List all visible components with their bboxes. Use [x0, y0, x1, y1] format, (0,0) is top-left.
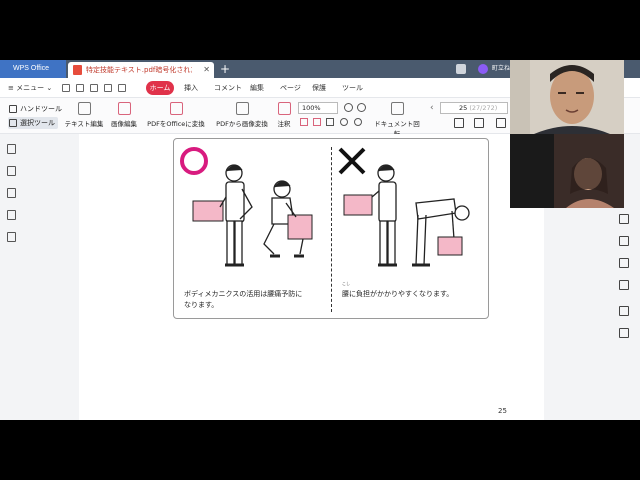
- pdf-file-icon: [73, 65, 82, 75]
- compare-icon[interactable]: [619, 280, 629, 290]
- undo-icon[interactable]: [104, 84, 112, 92]
- wrong-cross-icon: [338, 147, 366, 175]
- user-name: 町立ね: [492, 65, 511, 72]
- rotate-document-icon: [390, 102, 404, 115]
- text-edit-button[interactable]: テキスト編集: [64, 102, 104, 128]
- good-posture-caption: ボディメカニクスの活用は腰痛予防に なります。: [184, 289, 302, 311]
- app-home-tab[interactable]: WPS Office: [0, 60, 66, 78]
- extract-icon[interactable]: [7, 232, 16, 242]
- page-number-input[interactable]: 25 (27/272): [440, 102, 508, 114]
- fit-width-icon[interactable]: [313, 118, 321, 126]
- export-icon[interactable]: [619, 214, 629, 224]
- pdf-convert-icon: [169, 102, 183, 115]
- annotate-button[interactable]: 注釈: [274, 102, 294, 128]
- annotate-label: 注釈: [277, 120, 291, 128]
- main-menu-label: メニュー: [16, 84, 45, 92]
- bad-posture-caption: 腰に負担がかかりやすくなります。: [342, 290, 454, 298]
- pdf-image-icon: [235, 102, 249, 115]
- hand-tool-button[interactable]: ハンドツール: [8, 103, 62, 115]
- body-mechanics-figure: ボディメカニクスの活用は腰痛予防に なります。 こし 腰に負担がかかりやすくなり…: [173, 138, 489, 319]
- new-tab-button[interactable]: +: [220, 61, 230, 77]
- user-avatar[interactable]: [478, 64, 488, 74]
- close-tab-icon[interactable]: ✕: [203, 62, 210, 78]
- single-page-view-icon[interactable]: [454, 118, 464, 128]
- prev-page-icon[interactable]: ‹: [430, 102, 434, 114]
- actual-size-icon[interactable]: [326, 118, 334, 126]
- sign-pen-icon[interactable]: [619, 258, 629, 268]
- pdf-page: ボディメカニクスの活用は腰痛予防に なります。 こし 腰に負担がかかりやすくなり…: [79, 134, 544, 420]
- tab-tools[interactable]: ツール: [342, 81, 363, 95]
- pdf-to-office-label: PDFをOfficeに変換: [147, 120, 205, 128]
- correct-circle-icon: [180, 147, 208, 175]
- main-menu-button[interactable]: ≡ メニュー ⌄: [8, 81, 52, 95]
- webcam-tile-participant: [510, 134, 624, 208]
- good-caption-line2: なります。: [184, 301, 219, 309]
- zoom-in-icon[interactable]: [357, 103, 366, 112]
- document-tab-label: 特定技能テキスト.pdf暗号化された: [86, 66, 192, 74]
- figure-divider: [331, 147, 332, 312]
- thumbnail-icon[interactable]: [7, 166, 16, 176]
- presenter-video: [510, 60, 624, 134]
- webcam-tile-presenter: [510, 60, 624, 134]
- hand-icon: [9, 105, 17, 113]
- screen: WPS Office 特定技能テキスト.pdf暗号化された ✕ + 町立ね ≡ …: [0, 0, 640, 480]
- print-icon[interactable]: [90, 84, 98, 92]
- rotate-right-icon[interactable]: [354, 118, 362, 126]
- left-sidebar: [0, 134, 22, 420]
- annotate-icon: [277, 102, 291, 115]
- current-page: 25: [459, 104, 468, 112]
- fit-page-icon[interactable]: [300, 118, 308, 126]
- hand-tool-label: ハンドツール: [20, 105, 62, 113]
- participant-video: [510, 134, 624, 208]
- tab-protect[interactable]: 保護: [312, 81, 326, 95]
- bad-posture-illustration: [338, 147, 470, 267]
- pdf-to-image-button[interactable]: PDFから画像変換: [214, 102, 270, 128]
- ruby-reading: こし: [342, 281, 350, 286]
- good-posture-illustration: [180, 147, 313, 267]
- new-file-icon[interactable]: [62, 84, 70, 92]
- good-caption-line1: ボディメカニクスの活用は腰痛予防に: [184, 290, 303, 298]
- document-info-icon[interactable]: [619, 328, 629, 338]
- window-layout-icon[interactable]: [456, 64, 466, 74]
- signature-icon[interactable]: [7, 210, 16, 220]
- two-page-view-icon[interactable]: [474, 118, 484, 128]
- image-edit-icon: [117, 102, 131, 115]
- select-tool-button[interactable]: 選択ツール: [8, 117, 58, 129]
- page-number: 25: [498, 407, 507, 415]
- continuous-view-icon[interactable]: [496, 118, 506, 128]
- attachment-icon[interactable]: [7, 188, 16, 198]
- document-tab[interactable]: 特定技能テキスト.pdf暗号化された ✕: [68, 62, 214, 78]
- image-edit-button[interactable]: 画像編集: [106, 102, 142, 128]
- tab-insert[interactable]: 挿入: [184, 81, 198, 95]
- text-edit-icon: [77, 102, 91, 115]
- pdf-to-image-label: PDFから画像変換: [216, 120, 268, 128]
- tab-edit[interactable]: 編集: [250, 81, 264, 95]
- page-total: (27/272): [469, 104, 498, 112]
- rotate-document-button[interactable]: ドキュメント回転: [372, 102, 422, 138]
- text-edit-label: テキスト編集: [64, 120, 104, 128]
- redo-icon[interactable]: [118, 84, 126, 92]
- select-tool-label: 選択ツール: [20, 119, 55, 127]
- zoom-out-icon[interactable]: [344, 103, 353, 112]
- cursor-icon: [9, 119, 17, 127]
- zoom-select[interactable]: 100%: [298, 102, 338, 114]
- open-folder-icon[interactable]: [76, 84, 84, 92]
- printer-icon[interactable]: [619, 306, 629, 316]
- image-edit-label: 画像編集: [111, 120, 137, 128]
- tab-page[interactable]: ページ: [280, 81, 301, 95]
- tab-comment[interactable]: コメント: [214, 81, 242, 95]
- rotate-left-icon[interactable]: [340, 118, 348, 126]
- pdf-to-office-button[interactable]: PDFをOfficeに変換: [144, 102, 208, 128]
- tab-home[interactable]: ホーム: [146, 81, 174, 95]
- comment-panel-icon[interactable]: [619, 236, 629, 246]
- bookmark-icon[interactable]: [7, 144, 16, 154]
